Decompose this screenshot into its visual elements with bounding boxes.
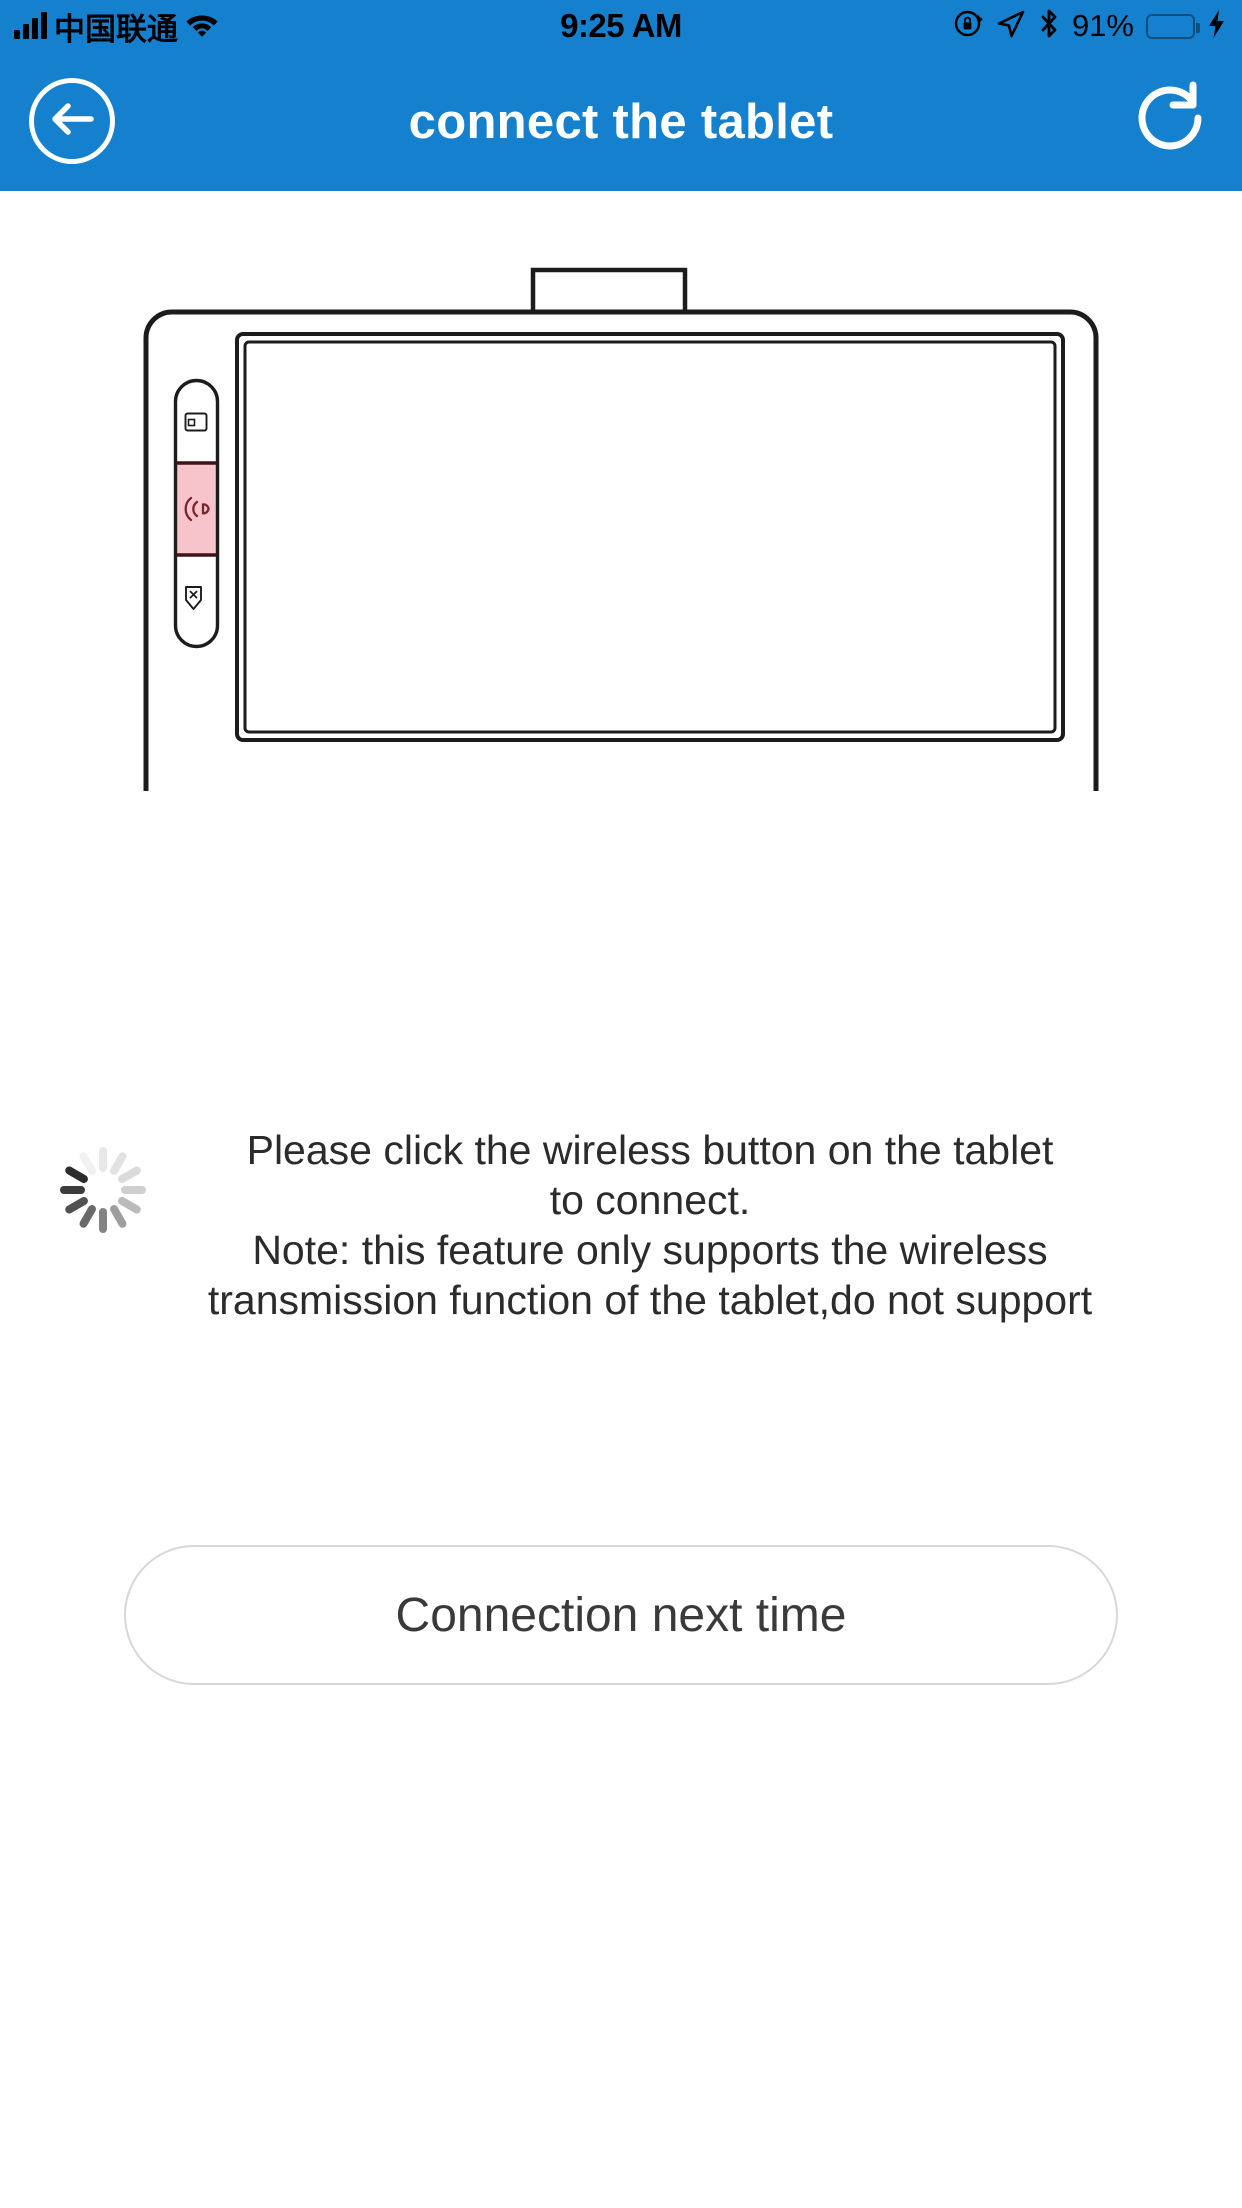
graphics-tablet-illustration: [0, 191, 1242, 836]
instruction-line: Please click the wireless button on the …: [246, 1127, 1054, 1173]
status-bar: 中国联通 9:25 AM 91%: [0, 0, 1242, 52]
battery-icon: [1146, 13, 1200, 39]
bluetooth-icon: [1038, 8, 1060, 45]
clock-label: 9:25 AM: [560, 7, 682, 44]
app-root: 中国联通 9:25 AM 91% connect the tablet Plea…: [0, 0, 1242, 2208]
refresh-button[interactable]: [1124, 74, 1216, 166]
refresh-icon: [1127, 75, 1213, 166]
instruction-line: transmission function of the tablet,do n…: [207, 1277, 1093, 1323]
lightning-bolt-icon: [1207, 9, 1226, 44]
battery-percent-label: 91%: [1071, 8, 1134, 43]
instruction-text: Please click the wireless button on the …: [150, 1125, 1150, 1325]
status-bar-right: 91%: [953, 0, 1226, 52]
location-arrow-icon: [996, 9, 1026, 44]
connection-next-time-button[interactable]: Connection next time: [124, 1545, 1118, 1685]
rotation-lock-icon: [953, 8, 984, 44]
page-title: connect the tablet: [408, 94, 834, 149]
loading-spinner-icon: [48, 1135, 158, 1245]
instruction-line: to connect.: [549, 1177, 751, 1223]
instruction-line: Note: this feature only supports the wir…: [252, 1227, 1048, 1273]
navigation-bar: connect the tablet: [0, 52, 1242, 191]
